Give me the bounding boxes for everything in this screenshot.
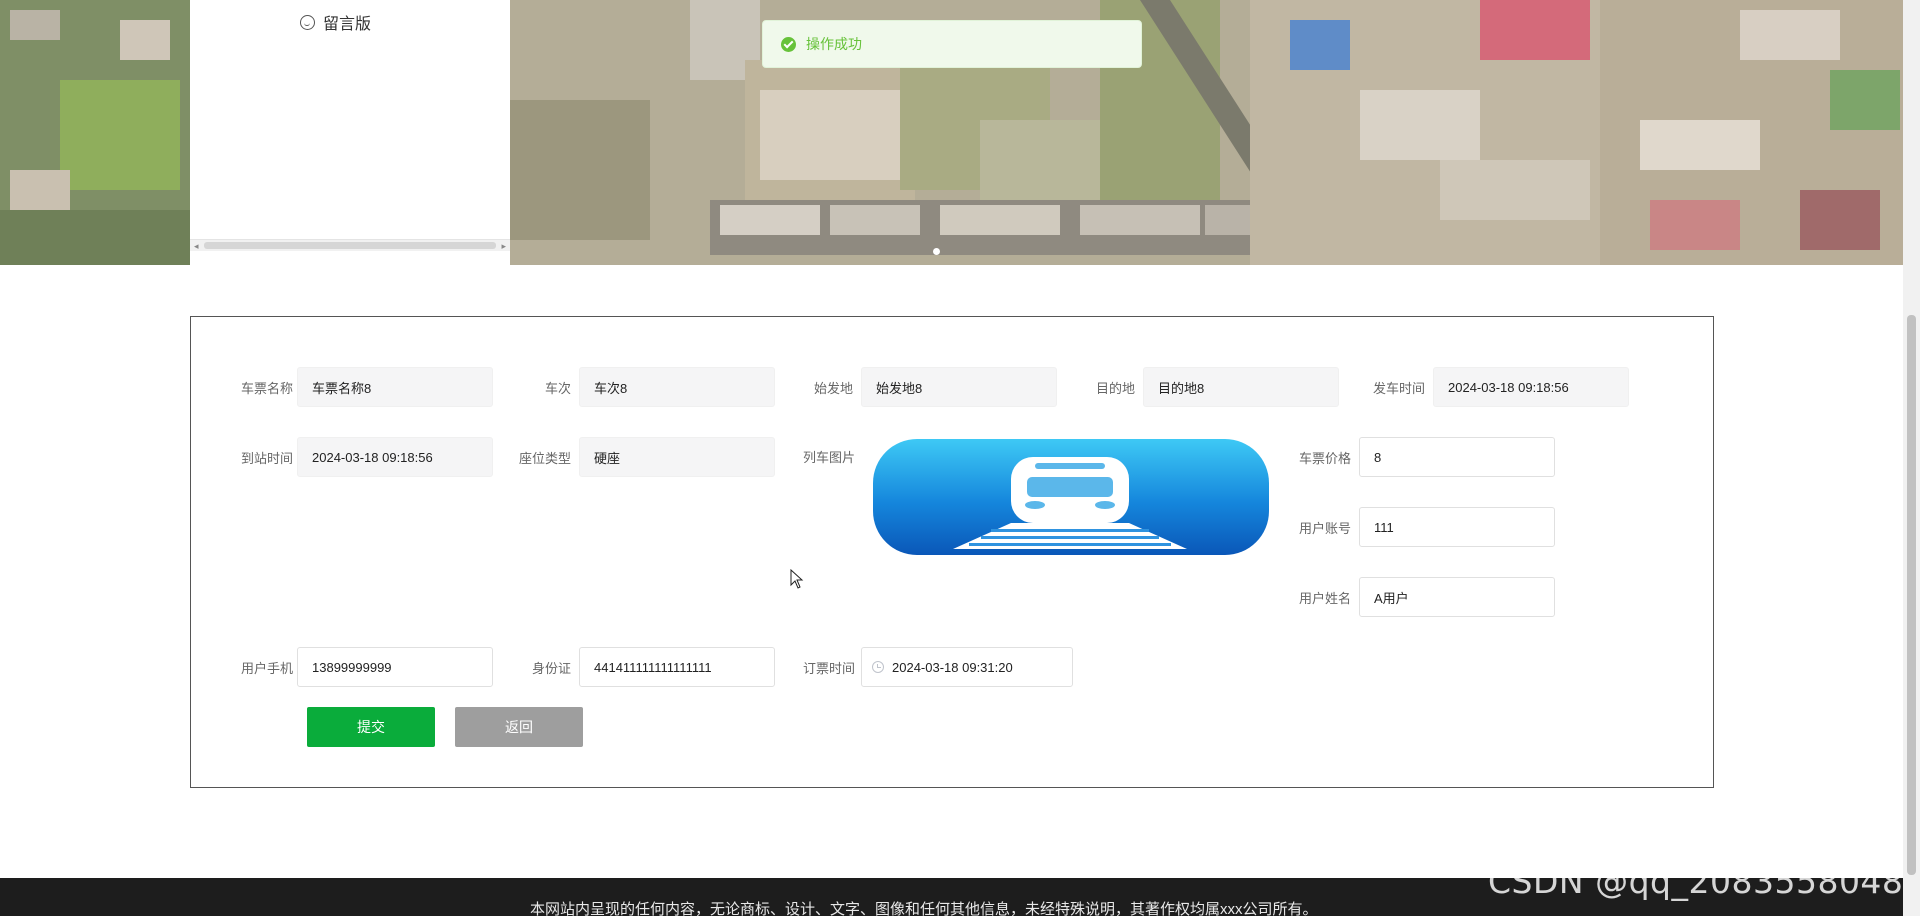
destination-input[interactable]: 目的地8 <box>1143 367 1339 407</box>
id-card-label: 身份证 <box>531 660 571 676</box>
footer-copyright-text: 本网站内呈现的任何内容，无论商标、设计、文字、图像和任何其他信息，未经特殊说明，… <box>530 901 1318 916</box>
scroll-right-icon[interactable]: ▸ <box>501 241 506 251</box>
id-card-input[interactable]: 441411111111111111 <box>579 647 775 687</box>
field-user-account: 用户账号 111 <box>1291 507 1555 547</box>
user-name-input[interactable]: A用户 <box>1359 577 1555 617</box>
field-id-card: 身份证 441411111111111111 <box>521 647 775 687</box>
page-scrollbar-thumb[interactable] <box>1907 315 1916 875</box>
ticket-price-input[interactable]: 8 <box>1359 437 1555 477</box>
departure-time-input[interactable]: 2024-03-18 09:18:56 <box>1433 367 1629 407</box>
field-departure-time: 发车时间 2024-03-18 09:18:56 <box>1367 367 1629 407</box>
field-arrival-time: 到站时间 2024-03-18 09:18:56 <box>241 437 493 477</box>
scrollbar-thumb[interactable] <box>204 242 496 249</box>
menu-item-label: 留言版 <box>323 16 372 33</box>
field-origin: 始发地 始发地8 <box>803 367 1057 407</box>
field-train-no: 车次 车次8 <box>521 367 775 407</box>
field-booking-time: 订票时间 2024-03-18 09:31:20 <box>803 647 1073 687</box>
user-name-label: 用户姓名 <box>1298 590 1351 606</box>
user-account-input[interactable]: 111 <box>1359 507 1555 547</box>
user-phone-label: 用户手机 <box>241 660 294 676</box>
side-menu-panel: 留言版 ◂ ▸ <box>190 0 510 265</box>
field-train-image: 列车图片 <box>803 437 856 466</box>
field-seat-type: 座位类型 硬座 <box>511 437 775 477</box>
departure-time-label: 发车时间 <box>1372 380 1425 396</box>
toast-message: 操作成功 <box>806 36 862 52</box>
destination-label: 目的地 <box>1095 380 1135 396</box>
carousel-indicator-dot[interactable] <box>933 248 940 255</box>
field-ticket-price: 车票价格 8 <box>1291 437 1555 477</box>
page-vertical-scrollbar[interactable] <box>1903 0 1920 916</box>
menu-horizontal-scrollbar[interactable]: ◂ ▸ <box>190 239 510 251</box>
user-phone-input[interactable]: 13899999999 <box>297 647 493 687</box>
origin-label: 始发地 <box>813 380 853 396</box>
success-toast: 操作成功 <box>762 20 1142 68</box>
page: 留言版 ◂ ▸ 操作成功 车票名称 车票名称8 车次 车次8 始发地 始发地8 <box>0 0 1920 916</box>
ticket-price-label: 车票价格 <box>1298 450 1351 466</box>
train-no-label: 车次 <box>544 380 571 396</box>
ticket-name-input[interactable]: 车票名称8 <box>297 367 493 407</box>
scroll-left-icon[interactable]: ◂ <box>194 241 199 251</box>
arrival-time-input[interactable]: 2024-03-18 09:18:56 <box>297 437 493 477</box>
check-circle-icon <box>781 36 796 52</box>
submit-button[interactable]: 提交 <box>307 707 435 747</box>
clock-icon <box>872 661 884 673</box>
seat-type-label: 座位类型 <box>518 450 571 466</box>
booking-time-label: 订票时间 <box>803 660 856 676</box>
smile-icon <box>300 14 315 30</box>
ticket-name-label: 车票名称 <box>241 380 294 396</box>
train-image-label: 列车图片 <box>803 450 856 465</box>
user-account-label: 用户账号 <box>1298 520 1351 536</box>
booking-time-value: 2024-03-18 09:31:20 <box>892 659 1013 675</box>
menu-item-guestbook[interactable]: 留言版 <box>300 10 371 34</box>
origin-input[interactable]: 始发地8 <box>861 367 1057 407</box>
field-user-phone: 用户手机 13899999999 <box>241 647 493 687</box>
train-image[interactable] <box>871 437 1271 557</box>
train-no-input[interactable]: 车次8 <box>579 367 775 407</box>
arrival-time-label: 到站时间 <box>241 450 294 466</box>
field-user-name: 用户姓名 A用户 <box>1291 577 1555 617</box>
csdn-watermark: CSDN @qq_2083558048 <box>1488 862 1904 901</box>
mouse-cursor-icon <box>790 569 804 589</box>
booking-time-picker[interactable]: 2024-03-18 09:31:20 <box>861 647 1073 687</box>
booking-form-card: 车票名称 车票名称8 车次 车次8 始发地 始发地8 目的地 目的地8 发车时间… <box>190 316 1714 788</box>
seat-type-input[interactable]: 硬座 <box>579 437 775 477</box>
field-ticket-name: 车票名称 车票名称8 <box>241 367 493 407</box>
back-button[interactable]: 返回 <box>455 707 583 747</box>
field-destination: 目的地 目的地8 <box>1085 367 1339 407</box>
